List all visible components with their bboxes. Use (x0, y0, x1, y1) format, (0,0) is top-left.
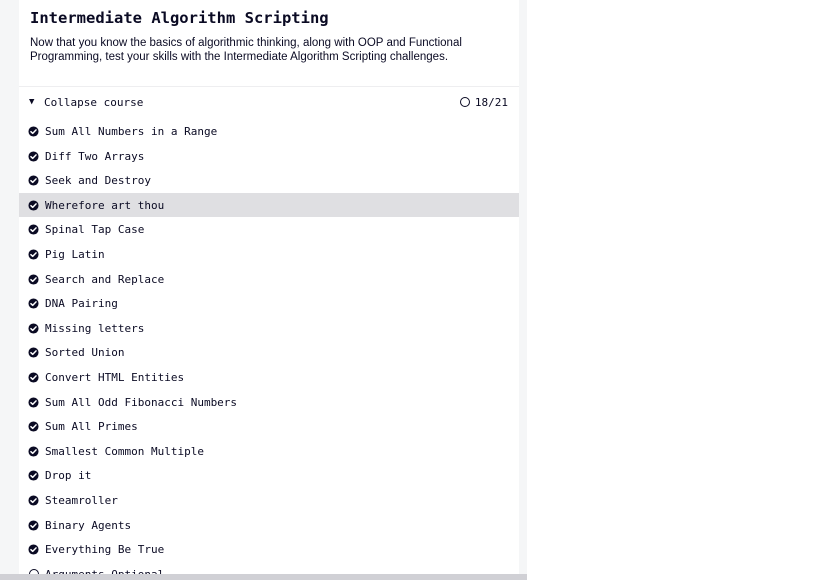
check-circle-icon (28, 151, 39, 162)
challenge-label: Sum All Primes (45, 420, 138, 434)
challenge-item[interactable]: Search and Replace (19, 267, 519, 292)
challenge-label: Seek and Destroy (45, 174, 151, 188)
check-circle-icon (28, 200, 39, 211)
check-circle-icon (28, 175, 39, 186)
check-circle-icon (28, 519, 39, 531)
check-circle-icon (28, 495, 39, 506)
challenge-label: Drop it (45, 469, 92, 483)
challenge-item[interactable]: Missing letters (19, 316, 519, 341)
challenge-item[interactable]: Everything Be True (19, 537, 519, 562)
course-title: Intermediate Algorithm Scripting (30, 9, 329, 27)
challenge-item[interactable]: Drop it (19, 463, 519, 488)
challenge-label: Steamroller (45, 493, 118, 507)
challenge-item[interactable]: Pig Latin (19, 242, 519, 267)
challenge-label: Pig Latin (45, 247, 105, 261)
check-circle-icon (28, 470, 39, 481)
progress-count: 18/21 (474, 96, 508, 109)
challenge-item[interactable]: Spinal Tap Case (19, 217, 519, 242)
check-circle-icon (28, 544, 39, 555)
left-gutter (0, 0, 19, 580)
challenge-item[interactable]: Diff Two Arrays (19, 144, 519, 169)
challenge-item[interactable]: DNA Pairing (19, 291, 519, 316)
check-circle-icon (28, 298, 39, 309)
challenge-label: Everything Be True (45, 543, 165, 557)
check-circle-icon (28, 421, 39, 432)
check-circle-icon (28, 126, 39, 137)
course-panel: Intermediate Algorithm Scripting Now tha… (19, 0, 519, 580)
challenge-item[interactable]: Steamroller (19, 488, 519, 513)
challenge-label: Spinal Tap Case (45, 223, 145, 237)
progress-indicator: 18/21 (459, 96, 508, 109)
right-gutter (519, 0, 527, 580)
caret-down-icon: ▼ (29, 97, 35, 107)
challenge-item[interactable]: Sum All Numbers in a Range (19, 119, 519, 144)
check-circle-icon (28, 274, 39, 285)
check-circle-icon (28, 446, 39, 457)
challenge-label: Convert HTML Entities (45, 370, 185, 384)
challenge-label: Wherefore art thou (45, 198, 165, 212)
challenge-label: Diff Two Arrays (45, 149, 145, 163)
challenge-item[interactable]: Binary Agents (19, 513, 519, 538)
collapse-course-button[interactable]: ▼ Collapse course 18/21 (19, 92, 519, 116)
challenge-item[interactable]: Sum All Primes (19, 414, 519, 439)
challenge-label: Search and Replace (45, 272, 165, 286)
challenge-item[interactable]: Wherefore art thou (19, 192, 519, 218)
check-circle-icon (28, 249, 39, 260)
collapse-course-label: Collapse course (44, 96, 144, 109)
challenge-label: Sum All Numbers in a Range (45, 125, 218, 138)
horizontal-scrollbar[interactable] (0, 574, 527, 580)
course-description: Now that you know the basics of algorith… (30, 37, 462, 63)
check-circle-icon (28, 372, 39, 383)
check-circle-icon (28, 396, 39, 408)
check-circle-icon (28, 224, 39, 235)
challenge-label: Sum All Odd Fibonacci Numbers (45, 395, 238, 409)
divider (19, 86, 519, 87)
challenge-list: Sum All Numbers in a Range Diff Two Array… (19, 119, 519, 580)
challenge-item[interactable]: Smallest Common Multiple (19, 439, 519, 464)
challenge-label: Missing letters (45, 321, 145, 335)
challenge-item[interactable]: Sorted Union (19, 340, 519, 365)
challenge-item[interactable]: Sum All Odd Fibonacci Numbers (19, 390, 519, 415)
challenge-item[interactable]: Convert HTML Entities (19, 365, 519, 390)
check-circle-icon (28, 347, 39, 358)
challenge-label: DNA Pairing (45, 297, 118, 311)
challenge-item[interactable]: Seek and Destroy (19, 168, 519, 193)
challenge-label: Binary Agents (45, 518, 132, 532)
challenge-label: Sorted Union (45, 346, 125, 360)
check-circle-icon (28, 323, 39, 334)
progress-circle-icon (459, 97, 470, 107)
challenge-label: Smallest Common Multiple (45, 444, 204, 458)
